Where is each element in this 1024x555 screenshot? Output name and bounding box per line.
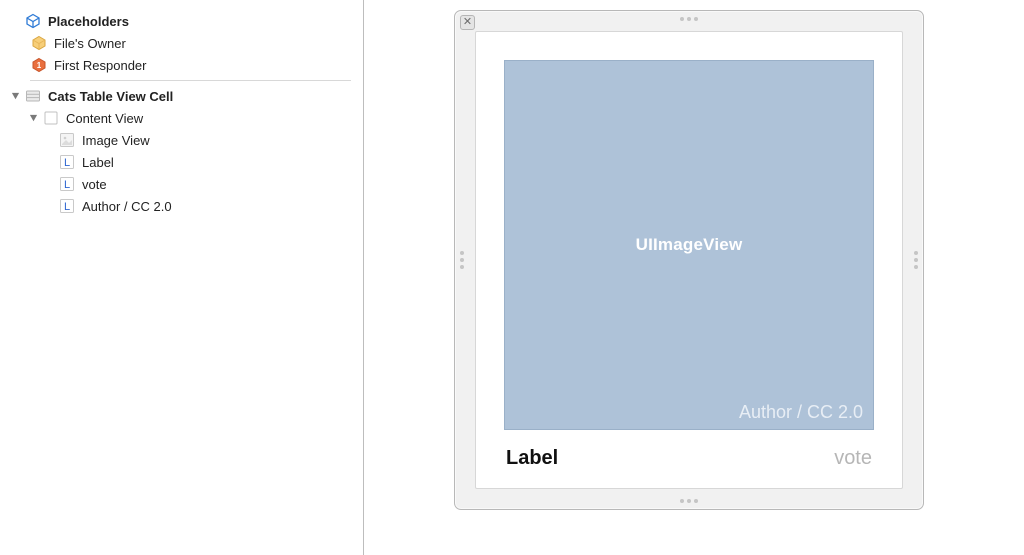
outline-item-label: Content View [66, 111, 355, 126]
outline-item-label: First Responder [54, 58, 355, 73]
outline-first-responder[interactable]: 1 First Responder [0, 54, 363, 76]
resize-grip-top[interactable] [680, 17, 698, 21]
tableviewcell-icon [24, 87, 42, 105]
outline-cell-group[interactable]: Cats Table View Cell [0, 85, 363, 107]
outline-item-label: Cats Table View Cell [48, 89, 355, 104]
svg-text:L: L [64, 157, 70, 169]
outline-item-label: Label [82, 155, 355, 170]
document-outline: Placeholders File's Owner 1 First Respon… [0, 0, 364, 555]
outline-item-label: Placeholders [48, 14, 355, 29]
canvas-cell-container[interactable]: ✕ UIImageView Author / CC 2.0 Label vote [454, 10, 924, 510]
svg-text:1: 1 [37, 61, 42, 70]
svg-text:L: L [64, 179, 70, 191]
disclosure-triangle-icon[interactable] [26, 111, 40, 125]
outline-vote[interactable]: L vote [0, 173, 363, 195]
resize-grip-right[interactable] [914, 251, 918, 269]
resize-grip-left[interactable] [460, 251, 464, 269]
outline-item-label: vote [82, 177, 355, 192]
outline-author[interactable]: L Author / CC 2.0 [0, 195, 363, 217]
canvas-vote-label[interactable]: vote [834, 447, 872, 470]
outline-item-label: Image View [82, 133, 355, 148]
first-responder-icon: 1 [30, 56, 48, 74]
svg-text:L: L [64, 201, 70, 213]
uilabel-icon: L [58, 197, 76, 215]
files-owner-icon [30, 34, 48, 52]
outline-files-owner[interactable]: File's Owner [0, 32, 363, 54]
uilabel-icon: L [58, 175, 76, 193]
imageview-icon [58, 131, 76, 149]
close-icon[interactable]: ✕ [460, 15, 475, 30]
interface-builder-canvas[interactable]: ✕ UIImageView Author / CC 2.0 Label vote [364, 0, 1024, 555]
outline-label[interactable]: L Label [0, 151, 363, 173]
blank-disclosure [8, 14, 22, 28]
outline-image-view[interactable]: Image View [0, 129, 363, 151]
uilabel-icon: L [58, 153, 76, 171]
imageview-placeholder-text: UIImageView [636, 235, 743, 255]
canvas-author-label[interactable]: Author / CC 2.0 [739, 402, 863, 423]
outline-item-label: File's Owner [54, 36, 355, 51]
canvas-content-view[interactable]: UIImageView Author / CC 2.0 Label vote [475, 31, 903, 489]
outline-content-view[interactable]: Content View [0, 107, 363, 129]
placeholders-icon [24, 12, 42, 30]
disclosure-triangle-icon[interactable] [8, 89, 22, 103]
outline-item-label: Author / CC 2.0 [82, 199, 355, 214]
canvas-image-view[interactable]: UIImageView Author / CC 2.0 [504, 60, 874, 430]
outline-separator [30, 80, 351, 81]
canvas-label[interactable]: Label [506, 447, 558, 470]
view-icon [42, 109, 60, 127]
resize-grip-bottom[interactable] [680, 499, 698, 503]
outline-placeholders-header[interactable]: Placeholders [0, 10, 363, 32]
